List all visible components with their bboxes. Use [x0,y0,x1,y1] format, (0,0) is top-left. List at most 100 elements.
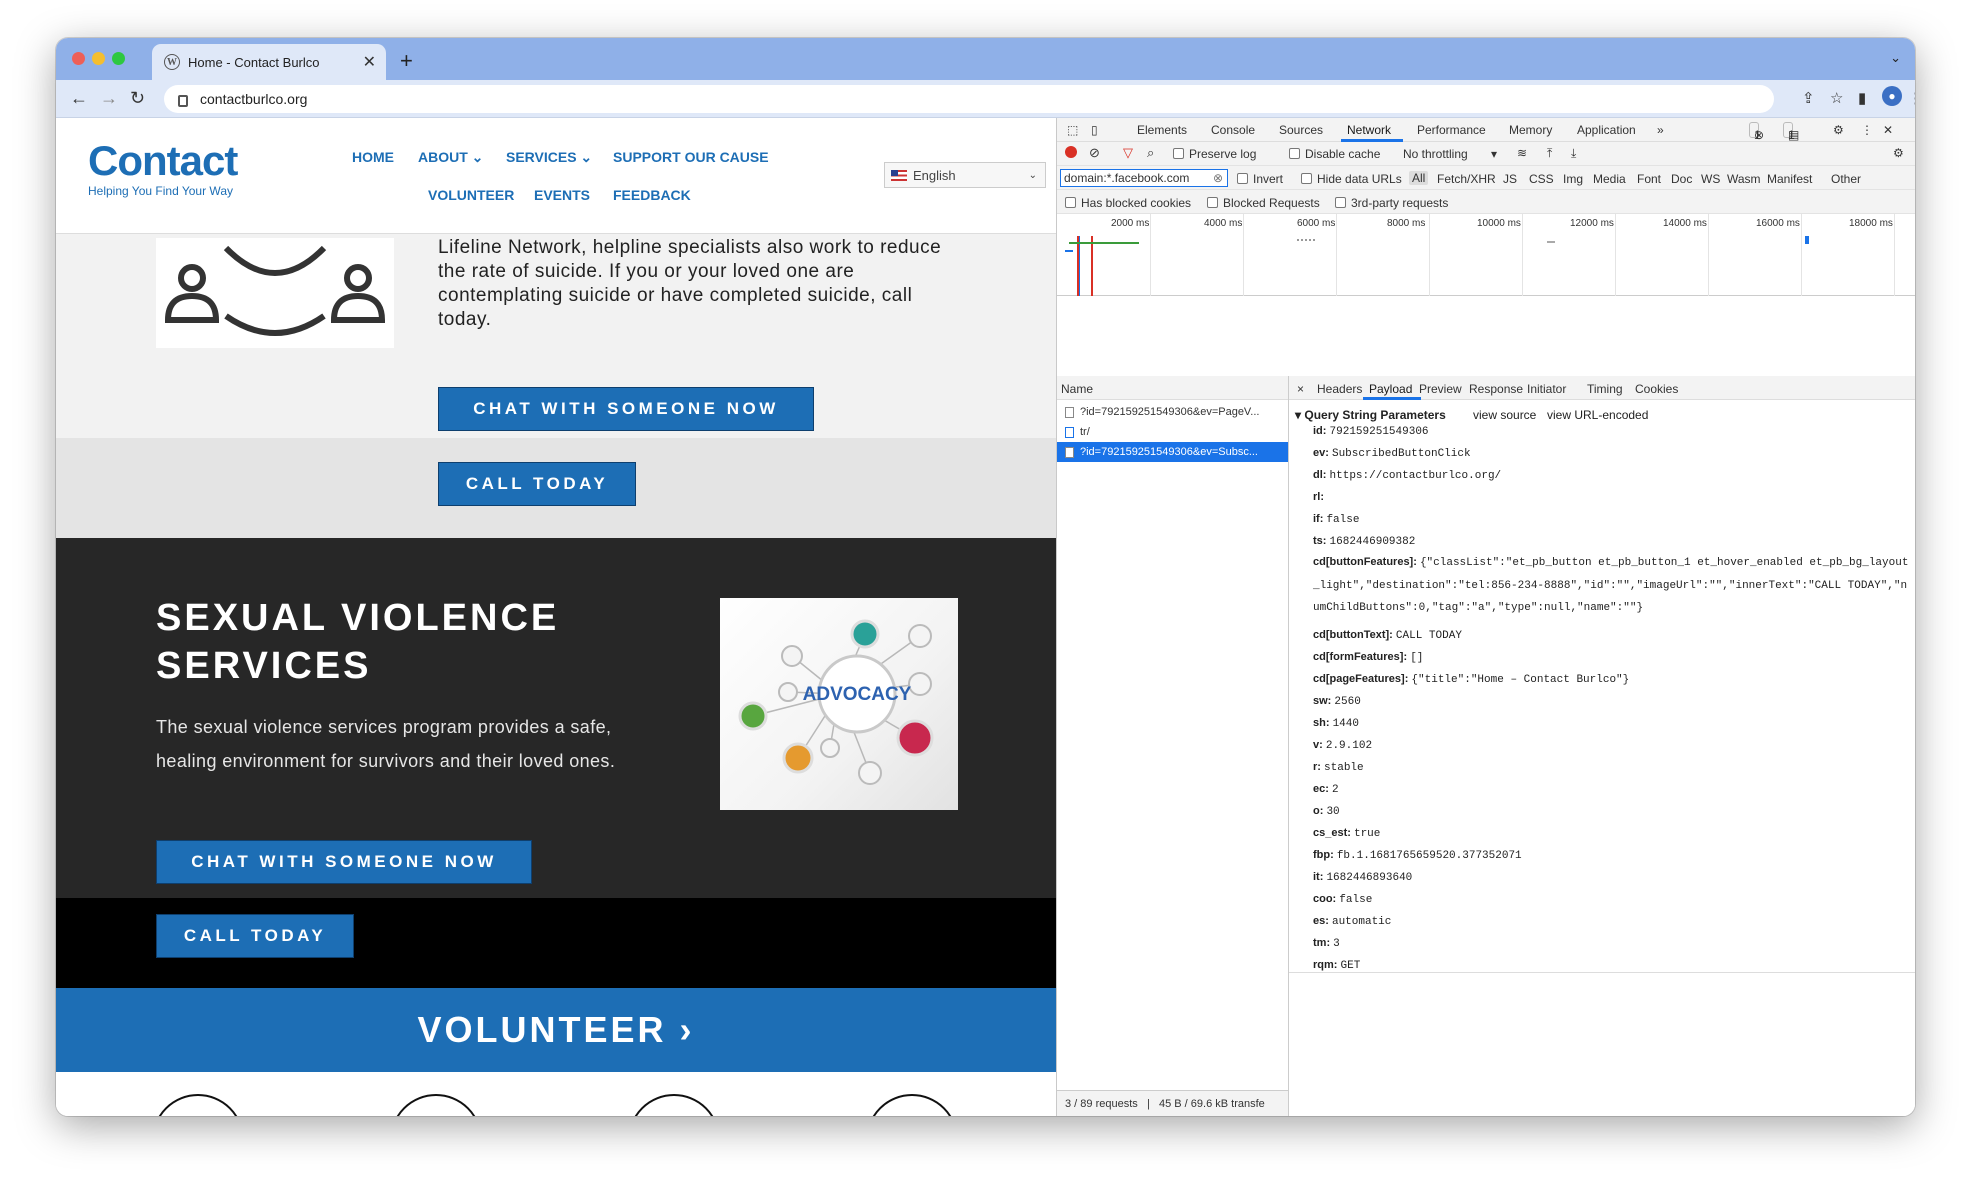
nav-support[interactable]: SUPPORT OUR CAUSE [613,149,769,165]
zoom-window-button[interactable] [112,52,125,65]
minimize-window-button[interactable] [92,52,105,65]
tab-initiator[interactable]: Initiator [1527,382,1566,396]
close-devtools-icon[interactable]: ✕ [1883,123,1893,137]
tab-headers[interactable]: Headers [1317,382,1362,396]
tab-preview[interactable]: Preview [1419,382,1462,396]
search-icon[interactable]: ⌕ [1147,145,1154,161]
nav-volunteer[interactable]: VOLUNTEER [428,187,514,203]
menu-kebab-icon[interactable]: ⋮ [1908,89,1915,107]
import-har-icon[interactable]: ⤒ [1547,146,1552,161]
clear-filter-icon[interactable]: ⊗ [1213,171,1223,185]
network-toolbar: ⊘ ▽ ⌕ Preserve log Disable cache No thro… [1057,142,1915,166]
tab-elements[interactable]: Elements [1137,123,1187,137]
name-column-header[interactable]: Name [1057,376,1288,400]
detail-divider [1289,972,1915,973]
network-settings-icon[interactable]: ⚙ [1893,146,1904,160]
record-icon[interactable] [1065,146,1077,158]
filter-type-all[interactable]: All [1409,171,1429,185]
filter-type-css[interactable]: CSS [1529,172,1554,186]
devtools-menu-icon[interactable]: ⋮ [1861,123,1873,137]
filter-type-font[interactable]: Font [1637,172,1661,186]
tab-memory[interactable]: Memory [1509,123,1552,137]
messages-badge[interactable]: ▤ 1 [1783,122,1799,142]
export-har-icon[interactable]: ⤓ [1571,146,1576,161]
filter-type-media[interactable]: Media [1593,172,1626,186]
new-tab-button[interactable]: + [400,48,413,74]
request-row-selected[interactable]: ?id=792159251549306&ev=Subsc... [1057,442,1288,462]
tab-cookies[interactable]: Cookies [1635,382,1678,396]
filter-type-other[interactable]: Other [1831,172,1861,186]
chat-now-button-2[interactable]: CHAT WITH SOMEONE NOW [156,840,532,884]
disable-cache-checkbox[interactable]: Disable cache [1289,147,1380,161]
tab-timing[interactable]: Timing [1587,382,1623,396]
call-today-button-1[interactable]: CALL TODAY [438,462,636,506]
filter-type-img[interactable]: Img [1563,172,1583,186]
third-party-checkbox[interactable]: 3rd-party requests [1335,196,1448,210]
tab-response[interactable]: Response [1469,382,1523,396]
nav-services[interactable]: SERVICES ⌄ [506,149,592,166]
inspect-element-icon[interactable]: ⬚ [1067,123,1078,137]
filter-type-wasm[interactable]: Wasm [1727,172,1761,186]
nav-home[interactable]: HOME [352,149,394,165]
filter-icon[interactable]: ▽ [1123,145,1133,161]
contact-logo[interactable]: Contact Helping You Find Your Way [88,140,238,199]
expand-triangle-icon: ▾ [1295,408,1305,422]
tab-search-icon[interactable]: ⌄ [1890,50,1901,66]
tab-close-icon[interactable]: ✕ [363,52,376,72]
address-bar[interactable]: contactburlco.org [164,85,1774,113]
language-select[interactable]: English ⌄ [884,162,1046,188]
filter-type-manifest[interactable]: Manifest [1767,172,1812,186]
device-toolbar-icon[interactable]: ▯ [1091,123,1098,137]
forward-icon[interactable]: → [100,88,118,109]
has-blocked-cookies-checkbox[interactable]: Has blocked cookies [1065,196,1191,210]
param-value: 2560 [1334,696,1361,708]
nav-events[interactable]: EVENTS [534,187,590,203]
tab-strip: W Home - Contact Burlco ✕ + ⌄ [56,38,1915,80]
back-icon[interactable]: ← [70,88,88,109]
chat-now-button-1[interactable]: CHAT WITH SOMEONE NOW [438,387,814,431]
preserve-log-checkbox[interactable]: Preserve log [1173,147,1256,161]
blocked-requests-label: Blocked Requests [1223,196,1320,210]
throttling-select[interactable]: No throttling ▾ [1403,147,1497,161]
blocked-requests-checkbox[interactable]: Blocked Requests [1207,196,1320,210]
errors-badge[interactable]: ⊗ 1 [1749,122,1764,142]
transferred-size: 45 B / 69.6 kB transfe [1158,1098,1265,1110]
request-row[interactable]: tr/ [1057,422,1288,442]
invert-checkbox[interactable]: Invert [1237,172,1283,186]
network-overview-timeline[interactable]: 2000 ms 4000 ms 6000 ms 8000 ms 10000 ms… [1057,214,1915,296]
volunteer-banner[interactable]: VOLUNTEER › [56,988,1056,1072]
tab-network[interactable]: Network [1347,123,1391,137]
tab-payload[interactable]: Payload [1369,382,1412,396]
hide-data-urls-checkbox[interactable]: Hide data URLs [1301,172,1402,186]
sidepanel-icon[interactable]: ▮ [1858,89,1866,107]
filter-type-ws[interactable]: WS [1701,172,1720,186]
settings-gear-icon[interactable]: ⚙ [1833,123,1844,137]
reload-icon[interactable]: ↻ [130,88,145,109]
clear-icon[interactable]: ⊘ [1089,145,1100,161]
filter-type-doc[interactable]: Doc [1671,172,1692,186]
profile-avatar[interactable]: ● [1882,86,1902,106]
param-row: o: 30 [1313,800,1913,823]
request-detail-pane: × Headers Payload Preview Response Initi… [1289,376,1915,1116]
tab-console[interactable]: Console [1211,123,1255,137]
close-detail-icon[interactable]: × [1297,382,1304,396]
filter-input[interactable]: domain:*.facebook.com ⊗ [1060,169,1228,187]
tab-application[interactable]: Application [1577,123,1636,137]
bookmark-star-icon[interactable]: ☆ [1830,89,1843,107]
filter-type-js[interactable]: JS [1503,172,1517,186]
section-title-line-1: SEXUAL VIOLENCE [156,597,560,639]
tab-sources[interactable]: Sources [1279,123,1323,137]
browser-tab[interactable]: W Home - Contact Burlco ✕ [152,44,386,80]
network-conditions-icon[interactable]: ≋ [1517,146,1527,160]
more-tabs-icon[interactable]: » [1657,123,1664,137]
request-row[interactable]: ?id=792159251549306&ev=PageV... [1057,402,1288,422]
param-value: https://contactburlco.org/ [1329,470,1502,482]
request-name: tr/ [1080,426,1090,438]
nav-feedback[interactable]: FEEDBACK [613,187,691,203]
nav-about[interactable]: ABOUT ⌄ [418,149,483,166]
share-icon[interactable]: ⇪ [1802,89,1815,107]
close-window-button[interactable] [72,52,85,65]
tab-performance[interactable]: Performance [1417,123,1486,137]
call-today-button-2[interactable]: CALL TODAY [156,914,354,958]
filter-type-fetch[interactable]: Fetch/XHR [1437,172,1496,186]
